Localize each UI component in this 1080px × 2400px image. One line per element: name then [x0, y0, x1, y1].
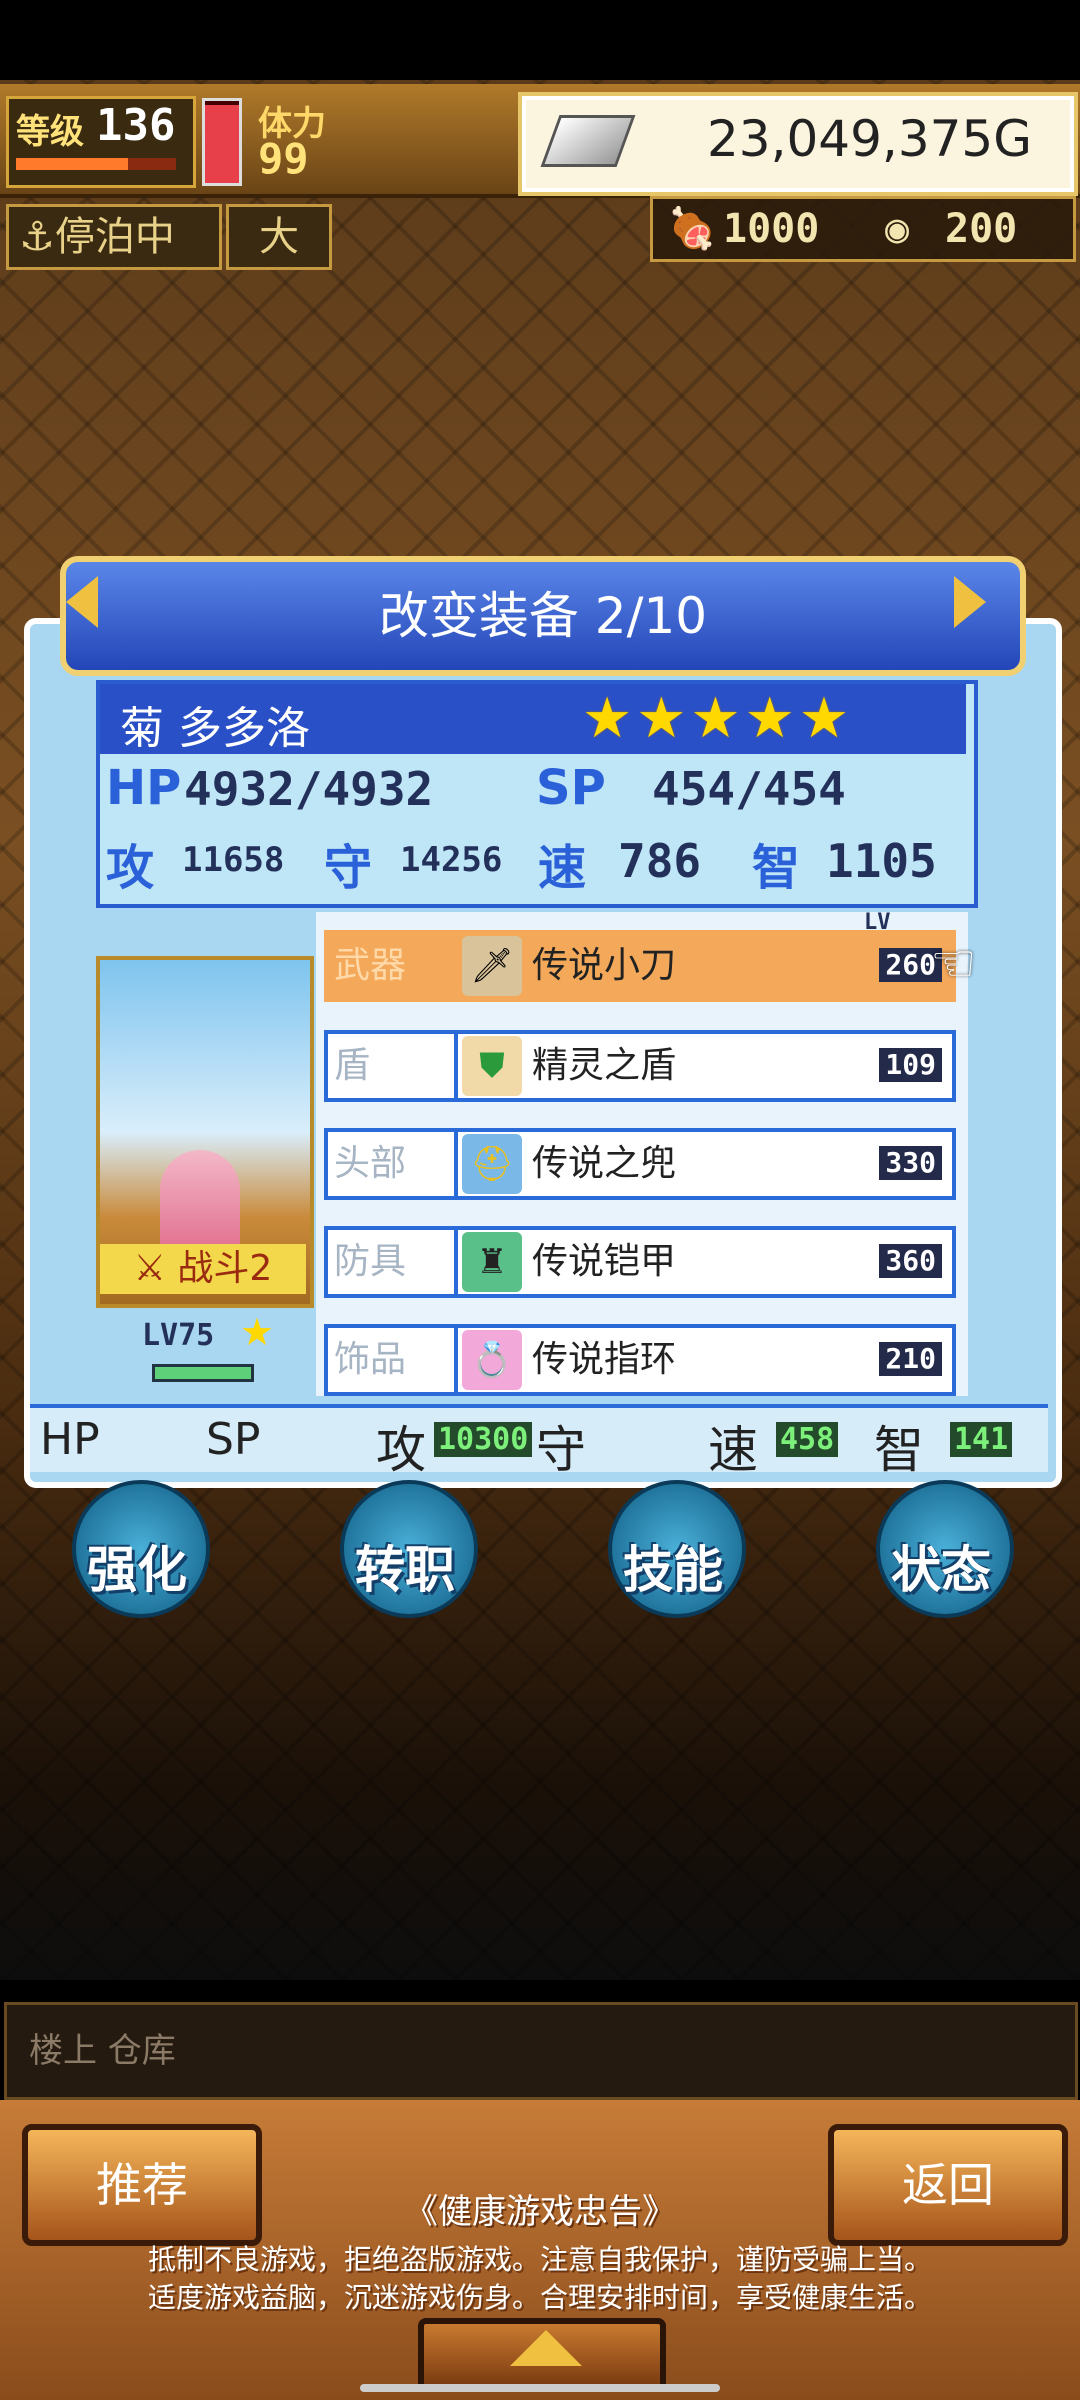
ring-icon: 💍 [462, 1330, 522, 1390]
intelligence-value: 1105 [826, 834, 937, 888]
speed-label: 速 [538, 840, 587, 896]
int-change-label: 智 [874, 1421, 924, 1479]
health-notice-line-2: 适度游戏益脑，沉迷游戏伤身。合理安排时间，享受健康生活。 [147, 2281, 932, 2314]
flag-label: 大 [259, 214, 299, 260]
int-change-value: 141 [950, 1422, 1013, 1457]
job-label: 战斗2 [177, 1248, 273, 1289]
atk-change-label: 攻 [376, 1421, 426, 1479]
location-bar: 楼上 仓库 [4, 2002, 1078, 2100]
sp-label: SP [536, 760, 606, 816]
meat-icon: 🍖 [667, 206, 717, 252]
level-progress-fill [16, 158, 128, 170]
status-label: 状态 [891, 1541, 991, 1599]
level-label: 等级 [16, 112, 84, 152]
equip-slot-label: 饰品 [328, 1328, 458, 1392]
pointing-hand-icon: ☜ [930, 934, 977, 994]
equip-name: 传说小刀 [532, 945, 677, 986]
next-character-arrow-icon[interactable] [954, 576, 986, 628]
equip-slot-label: 盾 [328, 1034, 458, 1098]
rarity-stars: ★★★★★ [582, 686, 854, 751]
equip-row-armor[interactable]: 防具 ♜ 传说铠甲 360 [324, 1226, 956, 1298]
character-name: 菊 多多洛 [120, 703, 310, 754]
hp-value: 4932/4932 [184, 762, 434, 816]
equip-level: 330 [879, 1146, 942, 1180]
equip-name: 传说铠甲 [532, 1241, 677, 1282]
stamina-fill [205, 105, 239, 183]
character-hp-mini-bar [152, 1364, 254, 1382]
hp-label: HP [106, 760, 182, 816]
prev-character-arrow-icon[interactable] [66, 576, 98, 628]
shield-icon: ⛊ [462, 1036, 522, 1096]
attack-label: 攻 [106, 840, 155, 896]
equip-name: 传说指环 [532, 1339, 677, 1380]
job-tag: ⚔ 战斗2 [100, 1244, 306, 1294]
dialog-title: 改变装备 2/10 [378, 587, 708, 645]
equip-slot-label: 头部 [328, 1132, 458, 1196]
def-change-label: 守 [536, 1421, 586, 1479]
sword-icon: ⚔ [133, 1248, 166, 1289]
spd-change-value: 458 [776, 1422, 839, 1457]
stamina-gauge [202, 98, 242, 186]
stamina-value: 99 [258, 134, 309, 183]
equip-slot-label: 武器 [328, 934, 458, 998]
speed-value: 786 [618, 834, 702, 888]
equip-row-shield[interactable]: 盾 ⛊ 精灵之盾 109 [324, 1030, 956, 1102]
equip-level: 210 [879, 1342, 942, 1376]
equip-slot-label: 防具 [328, 1230, 458, 1294]
equip-row-weapon[interactable]: 武器 🗡 传说小刀 260 [324, 930, 956, 1002]
character-level: LV75 [142, 1318, 215, 1353]
attack-value: 11658 [182, 840, 285, 880]
defense-label: 守 [324, 840, 373, 896]
equip-name: 精灵之盾 [532, 1045, 677, 1086]
level-progress-bar [16, 158, 176, 170]
health-notice-title: 《健康游戏忠告》 [404, 2192, 676, 2232]
up-arrow-icon [510, 2330, 582, 2366]
resource-1-value: 1000 [723, 206, 820, 252]
level-value: 136 [96, 100, 176, 151]
enhance-label: 强化 [87, 1541, 187, 1599]
equip-level: 360 [879, 1244, 942, 1278]
resource-counter: 🍖 1000 ◉ 200 [650, 196, 1076, 262]
atk-change-value: 10300 [434, 1422, 533, 1457]
helmet-icon: ⛑ [462, 1134, 522, 1194]
skill-label: 技能 [623, 1541, 723, 1599]
stat-change-row: HP SP 攻 10300 守 速 458 智 141 [30, 1404, 1048, 1479]
docked-status-badge: ⚓停泊中 [6, 204, 222, 270]
sp-value: 454/454 [652, 762, 846, 816]
sp-change-label: SP [206, 1414, 261, 1465]
dagger-icon: 🗡 [462, 936, 522, 996]
hp-change-label: HP [40, 1414, 100, 1465]
spd-change-label: 速 [708, 1421, 758, 1479]
job-change-label: 转职 [355, 1541, 455, 1599]
intelligence-label: 智 [752, 840, 801, 896]
star-icon: ★ [240, 1310, 275, 1354]
gold-value: 23,049,375G [706, 110, 1032, 168]
flag-badge[interactable]: 大 [226, 204, 332, 270]
armor-icon: ♜ [462, 1232, 522, 1292]
defense-value: 14256 [400, 840, 503, 880]
equip-row-head[interactable]: 头部 ⛑ 传说之兜 330 [324, 1128, 956, 1200]
equip-name: 传说之兜 [532, 1143, 677, 1184]
docked-status-label: ⚓停泊中 [19, 214, 175, 260]
home-indicator[interactable] [360, 2384, 720, 2392]
equip-row-accessory[interactable]: 饰品 💍 传说指环 210 [324, 1324, 956, 1396]
coin-icon: ◉ [885, 206, 910, 252]
location-label: 楼上 仓库 [29, 2031, 176, 2071]
equip-level: 109 [879, 1048, 942, 1082]
resource-2-value: 200 [945, 206, 1018, 252]
health-notice-line-1: 抵制不良游戏，拒绝盗版游戏。注意自我保护，谨防受骗上当。 [147, 2243, 932, 2276]
